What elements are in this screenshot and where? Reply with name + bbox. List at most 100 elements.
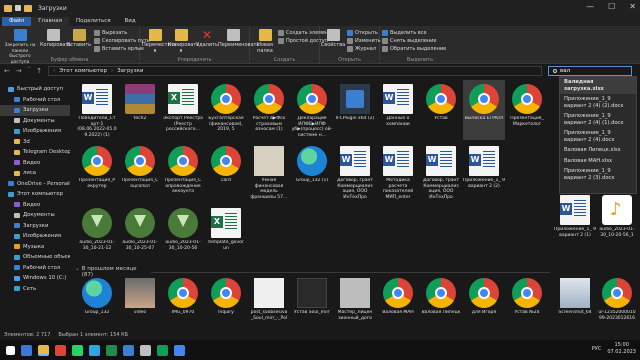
taskbar-app-icon[interactable] <box>174 344 185 356</box>
file-item[interactable]: Приложение_1_ 9 вариант 2 (1) <box>554 191 596 251</box>
nav-item[interactable]: Видео <box>0 158 70 169</box>
file-item[interactable]: Презентация_Р екрутер <box>76 142 118 202</box>
file-item[interactable]: Валовая Липецк <box>420 274 462 330</box>
minimize-button[interactable]: — <box>586 2 594 11</box>
file-item[interactable]: Презентация_С опровождение аккаунта <box>162 142 204 202</box>
search-suggestion[interactable]: Приложение_1_9 вариант 2 (4) (1).docx <box>560 111 636 128</box>
file-item[interactable]: audio_2023-01-30_10-25-07 <box>119 204 161 264</box>
paste-button[interactable]: Вставить <box>66 29 92 49</box>
taskbar-app-icon[interactable] <box>21 344 32 356</box>
nav-item[interactable]: лиса <box>0 168 70 179</box>
back-arrow-icon[interactable]: ← <box>4 67 10 75</box>
file-item[interactable]: audio_2023-01-30_10-20-56_1 <box>596 191 638 251</box>
tab-view[interactable]: Вид <box>118 17 143 26</box>
nav-item[interactable]: Telegram Desktop <box>0 147 70 158</box>
invert-selection-button[interactable]: Обратить выделение <box>382 46 446 52</box>
copy-button[interactable]: Копировать <box>40 29 71 49</box>
file-item[interactable]: Устав <box>420 80 462 140</box>
select-all-button[interactable]: Выделить все <box>382 30 427 36</box>
file-item[interactable]: audio_2023-01-30_10-21-12 <box>76 204 118 264</box>
file-item[interactable]: audio_2023-01-30_10-20-56 <box>162 204 204 264</box>
file-item[interactable]: для Игоря <box>463 274 505 330</box>
nav-item[interactable]: Быстрый доступ <box>0 84 70 95</box>
file-item[interactable]: Screenshot_64 <box>554 274 596 334</box>
nav-item[interactable]: Видео <box>0 200 70 211</box>
up-arrow-icon[interactable]: ↑ <box>36 67 42 75</box>
taskbar-app-icon[interactable] <box>55 344 66 356</box>
taskbar-app-icon[interactable] <box>38 344 49 356</box>
search-suggestion[interactable]: Валовая Липецк.xlsx <box>560 145 636 156</box>
delete-button[interactable]: ✕ Удалить <box>194 29 220 49</box>
file-item[interactable]: Методика расчета показателей МИП_enter <box>377 142 419 202</box>
file-item[interactable]: Победители_Ст арт-1 (08.06.2022-05.0 9.2… <box>76 80 118 140</box>
file-item[interactable]: ul-12352000010 99-2023012616 <box>596 274 638 334</box>
tab-home[interactable]: Главная <box>31 17 69 26</box>
file-item[interactable]: template_govor un <box>205 204 247 264</box>
file-item[interactable]: Договор, грант Коммерциализ ация, ООО Ин… <box>420 142 462 202</box>
taskbar-app-icon[interactable] <box>157 344 168 356</box>
file-item[interactable]: post_soobsesiva _Soul_mirr_-_Pol <box>248 274 290 330</box>
rename-button[interactable]: Переименовать <box>218 29 259 49</box>
address-bar[interactable]: › Этот компьютер › Загрузки <box>48 66 542 76</box>
nav-item[interactable]: Документы <box>0 210 70 221</box>
new-folder-icon[interactable] <box>24 4 32 12</box>
file-item[interactable]: Выписка ЕГРЮЛ <box>463 80 505 140</box>
nav-item[interactable]: Сеть <box>0 284 70 295</box>
file-item[interactable]: Group_132 <box>76 274 118 330</box>
breadcrumb-downloads[interactable]: Загрузки <box>117 68 143 74</box>
nav-item[interactable]: Windows 10 (C:) <box>0 273 70 284</box>
file-item[interactable]: Устав №24 <box>506 274 548 330</box>
file-item[interactable]: Договор, грант Коммерциализ ация, ООО Ин… <box>334 142 376 202</box>
nav-item[interactable]: Музыка <box>0 242 70 253</box>
copy-to-button[interactable]: Копировать в <box>168 29 199 54</box>
nav-item[interactable]: 3d <box>0 137 70 148</box>
search-suggestion[interactable]: Приложение_1_9 вариант 2 (4) (2).docx <box>560 94 636 111</box>
new-folder-button[interactable]: Новая папка <box>252 29 278 54</box>
nav-item[interactable]: Этот компьютер <box>0 189 70 200</box>
nav-item[interactable]: OneDrive - Personal <box>0 179 70 190</box>
file-item[interactable]: Приложение_1_ 9 вариант 2 (2) <box>463 142 505 202</box>
search-suggestion[interactable]: Приложение_1_9 вариант 2 (3).docx <box>560 166 636 183</box>
chevron-down-icon[interactable]: ˅ <box>28 67 31 75</box>
paste-shortcut-button[interactable]: Вставить ярлык <box>94 46 144 52</box>
start-icon[interactable] <box>6 345 15 355</box>
file-item[interactable]: Данные о компании <box>377 80 419 140</box>
nav-item[interactable]: Рабочий стол <box>0 263 70 274</box>
properties-button[interactable]: Свойства <box>320 29 346 49</box>
nav-item[interactable]: Изображения <box>0 231 70 242</box>
language-indicator[interactable]: РУС <box>592 346 602 352</box>
maximize-button[interactable]: ☐ <box>608 2 615 11</box>
clock[interactable]: 15:00 07.02.2023 <box>607 342 636 355</box>
file-item[interactable]: IFCPlugin x64 (2) <box>334 80 376 140</box>
search-suggestion[interactable]: Валидная загрузка.xlsx <box>560 77 636 94</box>
file-item[interactable]: video <box>119 274 161 330</box>
file-item[interactable]: Валовая МАН <box>377 274 419 330</box>
file-item[interactable]: tech2 <box>119 80 161 140</box>
nav-item[interactable]: Загрузки <box>0 105 70 116</box>
file-item[interactable]: Презентация_ Маркетолог <box>506 80 548 140</box>
file-item[interactable]: Мастер_Лицен зионный_дого <box>334 274 376 330</box>
open-button[interactable]: Открыть <box>347 30 378 36</box>
tab-share[interactable]: Поделиться <box>69 17 118 26</box>
file-item[interactable]: Бухгалтерская (финансовая), 2019, 5 <box>205 80 247 140</box>
file-item[interactable]: Экспорт Реестра (Реестр российского… <box>162 80 204 140</box>
taskbar-app-icon[interactable] <box>72 344 83 356</box>
tab-file[interactable]: Файл <box>2 17 32 26</box>
edit-button[interactable]: Изменить <box>347 38 381 44</box>
file-item[interactable]: Расчет в▶Фсо страховым взносам (1) <box>248 80 290 140</box>
taskbar-app-icon[interactable] <box>140 344 151 356</box>
forward-arrow-icon[interactable]: → <box>16 67 22 75</box>
file-item[interactable]: Умная финансовая модель франшизы 57… <box>248 142 290 202</box>
search-input[interactable] <box>560 68 620 74</box>
taskbar-app-icon[interactable] <box>123 344 134 356</box>
close-button[interactable]: ✕ <box>629 2 636 11</box>
nav-item[interactable]: Объемные объекты <box>0 252 70 263</box>
taskbar-app-icon[interactable] <box>106 344 117 356</box>
file-item[interactable]: Устав Soul_mirr <box>291 274 333 330</box>
history-button[interactable]: Журнал <box>347 46 376 52</box>
nav-item[interactable]: Загрузки <box>0 221 70 232</box>
search-box[interactable] <box>548 66 632 76</box>
nav-item[interactable]: Изображения <box>0 126 70 137</box>
file-item[interactable]: Презентация_С оцсопол <box>119 142 161 202</box>
breadcrumb-this-pc[interactable]: Этот компьютер <box>59 68 107 74</box>
